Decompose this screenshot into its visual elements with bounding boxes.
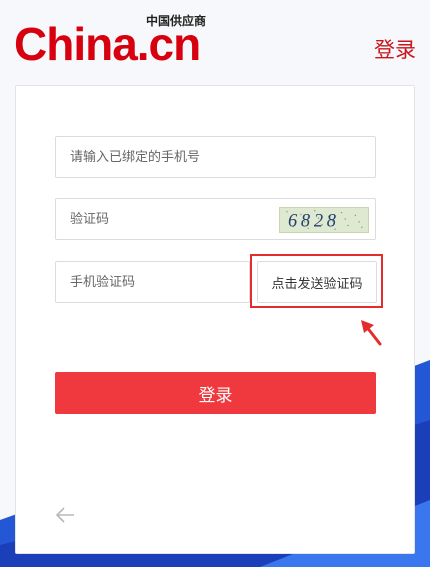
phone-field (55, 136, 376, 178)
login-submit-button[interactable]: 登录 (55, 372, 376, 414)
logo-sub-text: 中国供应商 (146, 14, 207, 28)
captcha-image[interactable]: 6828 (279, 207, 369, 233)
login-page: China.cn 中国供应商 登录 6828 (0, 0, 430, 567)
send-sms-code-button[interactable]: 点击发送验证码 (257, 261, 377, 303)
phone-input[interactable] (56, 137, 375, 177)
china-cn-logo[interactable]: China.cn 中国供应商 (14, 14, 224, 68)
sms-code-input[interactable] (56, 262, 249, 302)
left-arrow-icon[interactable] (54, 504, 76, 526)
header: China.cn 中国供应商 登录 (0, 0, 430, 80)
captcha-field: 6828 (55, 198, 376, 240)
login-card: 6828 点击发送验证码 登录 (15, 85, 415, 554)
captcha-code-text: 6828 (288, 210, 340, 230)
red-pointer-arrow-icon (361, 320, 382, 346)
header-login-link[interactable]: 登录 (374, 34, 416, 64)
sms-code-field (55, 261, 250, 303)
